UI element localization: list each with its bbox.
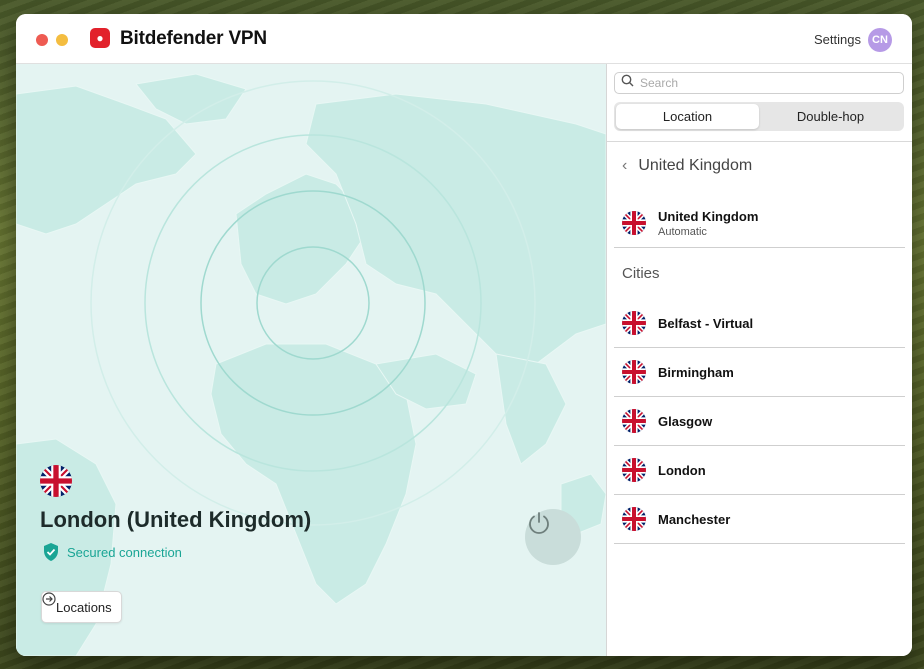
- settings-button[interactable]: Settings: [814, 32, 861, 47]
- uk-flag-icon: [40, 465, 72, 497]
- tab-location[interactable]: Location: [616, 104, 759, 129]
- app-title: Bitdefender VPN: [120, 28, 267, 49]
- country-subtitle: Automatic: [658, 225, 707, 238]
- locations-button[interactable]: Locations: [41, 591, 122, 623]
- locations-panel: Location Double-hop ‹ United Kingdom Uni…: [606, 64, 912, 656]
- city-name: Manchester: [658, 511, 731, 527]
- breadcrumb-title: United Kingdom: [638, 157, 753, 174]
- city-row[interactable]: Glasgow: [614, 397, 905, 446]
- user-avatar[interactable]: CN: [868, 28, 892, 52]
- connection-status: Secured connection: [42, 542, 182, 562]
- city-name: Birmingham: [658, 364, 734, 380]
- current-location-label: London (United Kingdom): [40, 507, 312, 532]
- search-box[interactable]: [614, 72, 904, 94]
- country-row-united-kingdom[interactable]: United Kingdom Automatic: [614, 199, 905, 248]
- city-list: Belfast - Virtual Birmingham Glasgow Lon…: [614, 299, 905, 544]
- locations-button-label: Locations: [56, 599, 112, 615]
- panel-divider: [607, 141, 912, 142]
- search-input[interactable]: [640, 76, 880, 90]
- uk-flag-icon: [622, 211, 646, 235]
- city-name: London: [658, 462, 706, 478]
- africa-landmass: [210, 343, 417, 605]
- status-text: Secured connection: [67, 544, 182, 560]
- location-mode-tabs: Location Double-hop: [614, 102, 904, 131]
- tab-double-hop[interactable]: Double-hop: [759, 104, 902, 129]
- city-row[interactable]: Manchester: [614, 495, 905, 544]
- uk-flag-icon: [622, 458, 646, 482]
- power-toggle-button[interactable]: [525, 509, 581, 565]
- app-window: ● Bitdefender VPN Settings CN London (Un…: [16, 14, 912, 656]
- world-map: London (United Kingdom) Secured connecti…: [16, 64, 606, 656]
- cities-heading: Cities: [622, 265, 660, 282]
- city-name: Belfast - Virtual: [658, 315, 754, 331]
- bitdefender-logo-icon: ●: [90, 28, 110, 48]
- uk-flag-icon: [622, 409, 646, 433]
- search-icon: [621, 74, 634, 92]
- city-name: Glasgow: [658, 413, 713, 429]
- shield-check-icon: [42, 542, 60, 562]
- uk-flag-icon: [622, 507, 646, 531]
- city-row[interactable]: Belfast - Virtual: [614, 299, 905, 348]
- uk-flag-icon: [622, 311, 646, 335]
- close-window-button[interactable]: [36, 34, 48, 46]
- country-name: United Kingdom: [658, 208, 759, 224]
- map-illustration: [16, 73, 606, 656]
- city-row[interactable]: Birmingham: [614, 348, 905, 397]
- title-bar: ● Bitdefender VPN Settings CN: [16, 14, 912, 64]
- breadcrumb-back[interactable]: ‹ United Kingdom: [622, 157, 752, 175]
- uk-flag-icon: [622, 360, 646, 384]
- minimize-window-button[interactable]: [56, 34, 68, 46]
- city-row[interactable]: London: [614, 446, 905, 495]
- india-landmass: [495, 353, 567, 465]
- chevron-left-icon: ‹: [622, 157, 628, 174]
